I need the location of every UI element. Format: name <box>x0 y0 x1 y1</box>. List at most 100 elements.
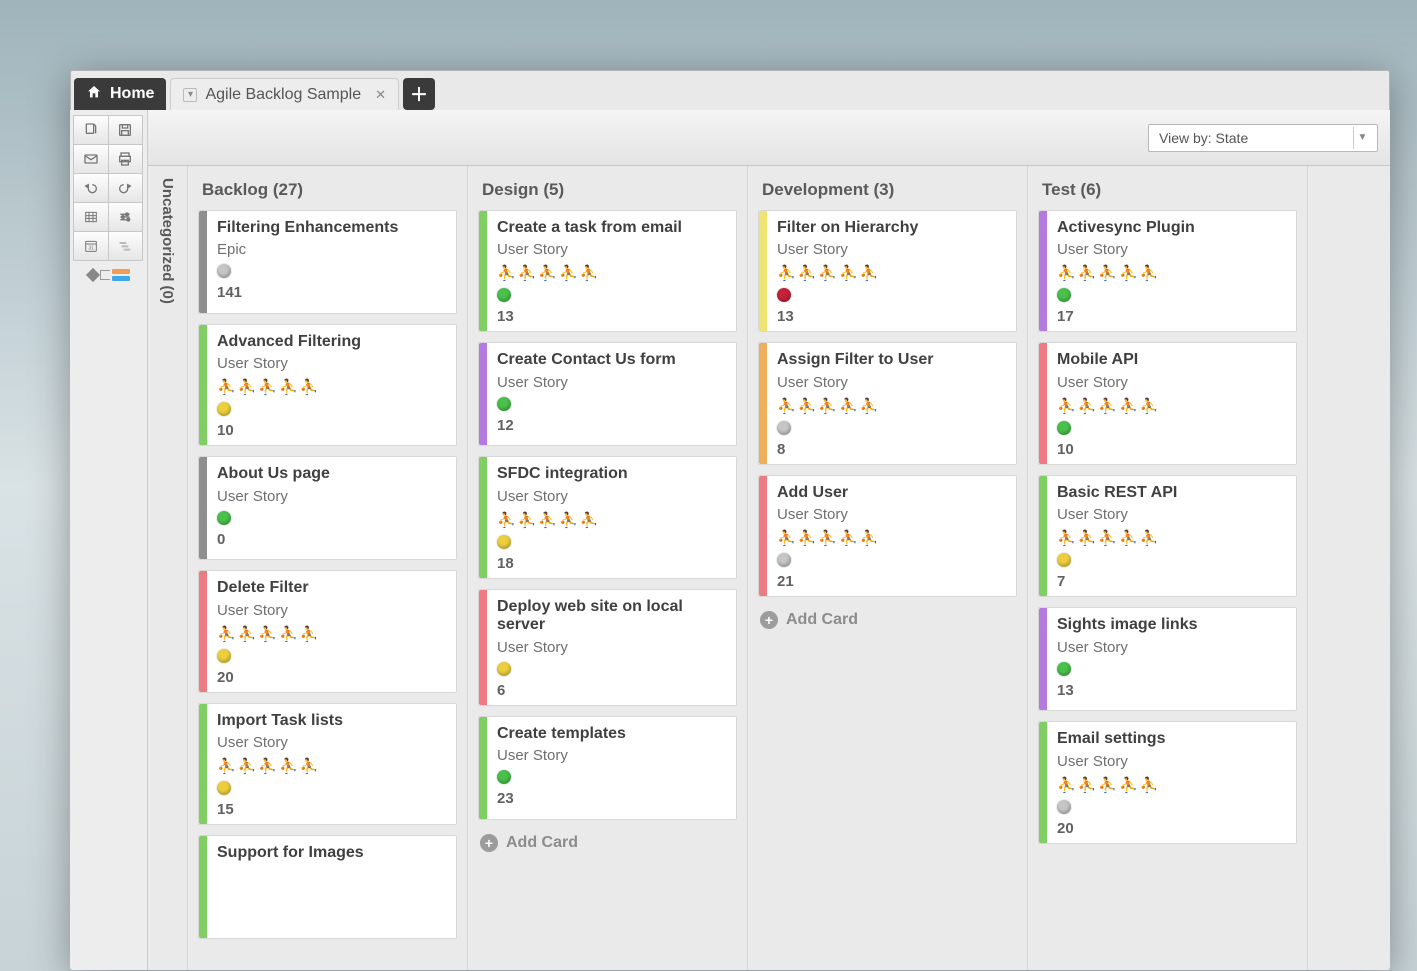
home-icon <box>86 84 102 105</box>
card-status <box>497 770 726 784</box>
person-icon: ⛹ <box>1140 529 1159 547</box>
card-stripe <box>759 211 767 331</box>
card-points: 141 <box>217 284 446 301</box>
card-status <box>497 397 726 411</box>
person-icon: ⛹ <box>217 625 236 643</box>
card-people: ⛹⛹⛹⛹⛹ <box>1057 264 1286 282</box>
card-stripe <box>479 343 487 445</box>
grid-view-button[interactable] <box>73 202 109 232</box>
kanban-card[interactable]: Advanced FilteringUser Story⛹⛹⛹⛹⛹10 <box>198 324 457 446</box>
mail-button[interactable] <box>73 144 109 174</box>
person-icon: ⛹ <box>1098 776 1117 794</box>
uncategorized-column[interactable]: Uncategorized (0) <box>148 166 188 970</box>
kanban-card[interactable]: Delete FilterUser Story⛹⛹⛹⛹⛹20 <box>198 570 457 692</box>
person-icon: ⛹ <box>1119 397 1138 415</box>
sliders-button[interactable] <box>108 202 144 232</box>
person-icon: ⛹ <box>258 625 277 643</box>
tab-home-label: Home <box>110 85 154 103</box>
status-dot <box>777 288 791 302</box>
lane-design: Design (5)Create a task from emailUser S… <box>468 166 748 970</box>
card-type: User Story <box>497 241 726 258</box>
kanban-card[interactable]: Activesync PluginUser Story⛹⛹⛹⛹⛹17 <box>1038 210 1297 332</box>
close-icon[interactable]: ✕ <box>369 87 386 103</box>
person-icon: ⛹ <box>217 378 236 396</box>
person-icon: ⛹ <box>1078 529 1097 547</box>
card-stripe <box>199 211 207 313</box>
card-stripe <box>1039 722 1047 842</box>
card-stripe <box>1039 608 1047 710</box>
lane-header-development: Development (3) <box>758 166 1017 210</box>
kanban-card[interactable]: About Us pageUser Story0 <box>198 456 457 560</box>
person-icon: ⛹ <box>238 378 257 396</box>
card-type: User Story <box>777 506 1006 523</box>
new-doc-button[interactable] <box>73 115 109 145</box>
redo-button[interactable] <box>108 173 144 203</box>
card-type: User Story <box>217 355 446 372</box>
kanban-card[interactable]: Support for Images <box>198 835 457 939</box>
tab-menu-icon[interactable]: ▾ <box>183 88 197 102</box>
tab-bar: Home ▾ Agile Backlog Sample ✕ ＋ <box>70 74 1390 110</box>
gantt-button[interactable] <box>108 231 144 261</box>
person-icon: ⛹ <box>559 264 578 282</box>
person-icon: ⛹ <box>300 625 319 643</box>
lane-header-design: Design (5) <box>478 166 737 210</box>
kanban-card[interactable]: Email settingsUser Story⛹⛹⛹⛹⛹20 <box>1038 721 1297 843</box>
calendar-button[interactable]: 31 <box>73 231 109 261</box>
kanban-card[interactable]: SFDC integrationUser Story⛹⛹⛹⛹⛹18 <box>478 456 737 578</box>
person-icon: ⛹ <box>1057 264 1076 282</box>
kanban-card[interactable]: Add UserUser Story⛹⛹⛹⛹⛹21 <box>758 475 1017 597</box>
card-stripe <box>1039 211 1047 331</box>
kanban-card[interactable]: Import Task listsUser Story⛹⛹⛹⛹⛹15 <box>198 703 457 825</box>
kanban-card[interactable]: Filtering EnhancementsEpic141 <box>198 210 457 314</box>
lane-header-backlog: Backlog (27) <box>198 166 457 210</box>
card-type: User Story <box>217 488 446 505</box>
person-icon: ⛹ <box>777 529 796 547</box>
tab-home[interactable]: Home <box>74 78 166 110</box>
save-button[interactable] <box>108 115 144 145</box>
card-title: Add User <box>777 484 1006 502</box>
card-points: 13 <box>1057 682 1286 699</box>
card-people: ⛹⛹⛹⛹⛹ <box>777 529 1006 547</box>
kanban-card[interactable]: Create Contact Us formUser Story12 <box>478 342 737 446</box>
undo-button[interactable] <box>73 173 109 203</box>
card-type: User Story <box>1057 639 1286 656</box>
card-points: 20 <box>1057 820 1286 837</box>
kanban-card[interactable]: Filter on HierarchyUser Story⛹⛹⛹⛹⛹13 <box>758 210 1017 332</box>
person-icon: ⛹ <box>1057 529 1076 547</box>
person-icon: ⛹ <box>818 397 837 415</box>
status-dot <box>497 770 511 784</box>
person-icon: ⛹ <box>1057 397 1076 415</box>
card-title: Email settings <box>1057 730 1286 748</box>
new-tab-button[interactable]: ＋ <box>403 78 435 110</box>
card-points: 18 <box>497 555 726 572</box>
kanban-card[interactable]: Deploy web site on local serverUser Stor… <box>478 589 737 706</box>
lane-development: Development (3)Filter on HierarchyUser S… <box>748 166 1028 970</box>
print-button[interactable] <box>108 144 144 174</box>
person-icon: ⛹ <box>839 397 858 415</box>
kanban-card[interactable]: Create a task from emailUser Story⛹⛹⛹⛹⛹1… <box>478 210 737 332</box>
kanban-card[interactable]: Sights image linksUser Story13 <box>1038 607 1297 711</box>
view-by-select[interactable]: View by: State ▼ <box>1148 124 1378 152</box>
kanban-card[interactable]: Basic REST APIUser Story⛹⛹⛹⛹⛹7 <box>1038 475 1297 597</box>
kanban-card[interactable]: Assign Filter to UserUser Story⛹⛹⛹⛹⛹8 <box>758 342 1017 464</box>
card-stripe <box>199 571 207 691</box>
card-title: About Us page <box>217 465 446 483</box>
card-stripe <box>759 476 767 596</box>
card-status <box>777 553 1006 567</box>
card-people: ⛹⛹⛹⛹⛹ <box>497 511 726 529</box>
card-title: Create Contact Us form <box>497 351 726 369</box>
card-points: 6 <box>497 682 726 699</box>
card-status <box>777 288 1006 302</box>
card-points: 20 <box>217 669 446 686</box>
tab-document[interactable]: ▾ Agile Backlog Sample ✕ <box>170 78 399 110</box>
hierarchy-widget[interactable] <box>88 269 130 281</box>
card-points: 13 <box>777 308 1006 325</box>
kanban-card[interactable]: Mobile APIUser Story⛹⛹⛹⛹⛹10 <box>1038 342 1297 464</box>
kanban-card[interactable]: Create templatesUser Story23 <box>478 716 737 820</box>
card-status <box>497 662 726 676</box>
card-type: User Story <box>1057 753 1286 770</box>
add-card-button[interactable]: +Add Card <box>478 830 737 856</box>
status-dot <box>217 511 231 525</box>
card-points: 17 <box>1057 308 1286 325</box>
add-card-button[interactable]: +Add Card <box>758 607 1017 633</box>
